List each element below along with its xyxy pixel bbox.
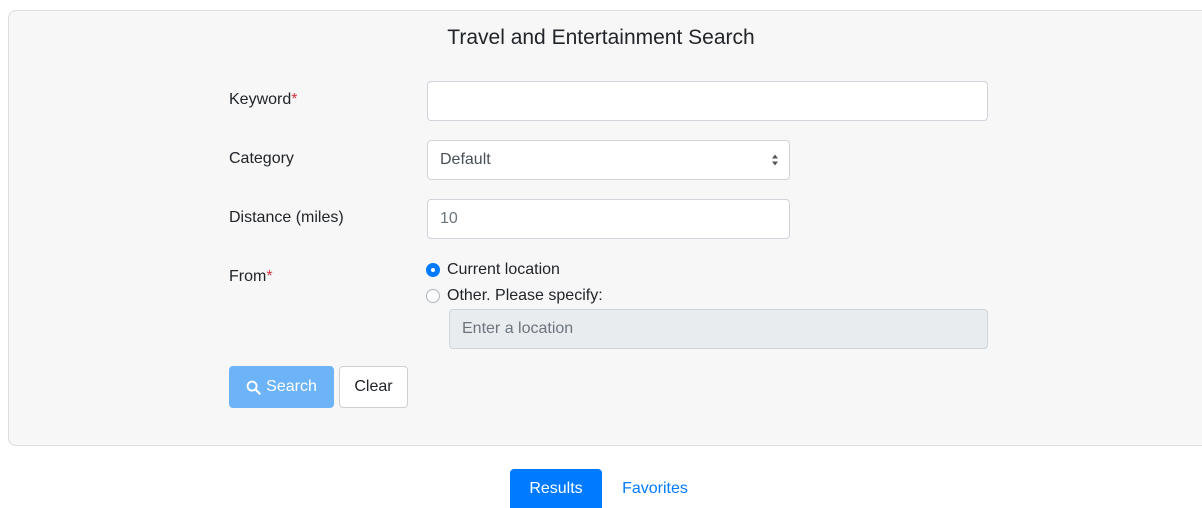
radio-other-location[interactable]: Other. Please specify:: [426, 287, 603, 305]
category-label: Category: [229, 150, 294, 167]
location-input[interactable]: Enter a location: [449, 309, 988, 349]
location-placeholder: Enter a location: [462, 320, 574, 337]
category-select[interactable]: Default: [427, 140, 790, 180]
clear-button[interactable]: Clear: [339, 366, 408, 408]
distance-input[interactable]: 10: [427, 199, 790, 239]
form-title: Travel and Entertainment Search: [447, 26, 755, 49]
search-icon: [246, 380, 261, 395]
distance-label: Distance (miles): [229, 209, 344, 226]
tab-favorites[interactable]: Favorites: [606, 469, 704, 508]
radio-other-location-button[interactable]: [426, 289, 440, 303]
keyword-required-mark: *: [291, 91, 298, 108]
tab-results[interactable]: Results: [510, 469, 602, 508]
keyword-label-text: Keyword: [229, 91, 292, 108]
from-label: From*: [229, 268, 273, 286]
search-button-label: Search: [266, 378, 317, 395]
select-arrows-icon: [772, 154, 778, 166]
category-selected-value: Default: [440, 151, 491, 168]
clear-button-label: Clear: [354, 378, 393, 395]
radio-other-location-label: Other. Please specify:: [447, 287, 603, 304]
from-required-mark: *: [266, 268, 273, 285]
from-label-text: From: [229, 268, 267, 285]
keyword-label: Keyword*: [229, 91, 297, 109]
radio-current-location[interactable]: Current location: [426, 261, 560, 279]
tab-favorites-label: Favorites: [622, 479, 688, 497]
radio-current-location-button[interactable]: [426, 263, 440, 277]
search-button[interactable]: Search: [229, 366, 334, 408]
keyword-input[interactable]: [427, 81, 988, 121]
radio-current-location-label: Current location: [447, 261, 560, 278]
tab-results-label: Results: [529, 479, 583, 497]
distance-placeholder: 10: [440, 210, 458, 227]
